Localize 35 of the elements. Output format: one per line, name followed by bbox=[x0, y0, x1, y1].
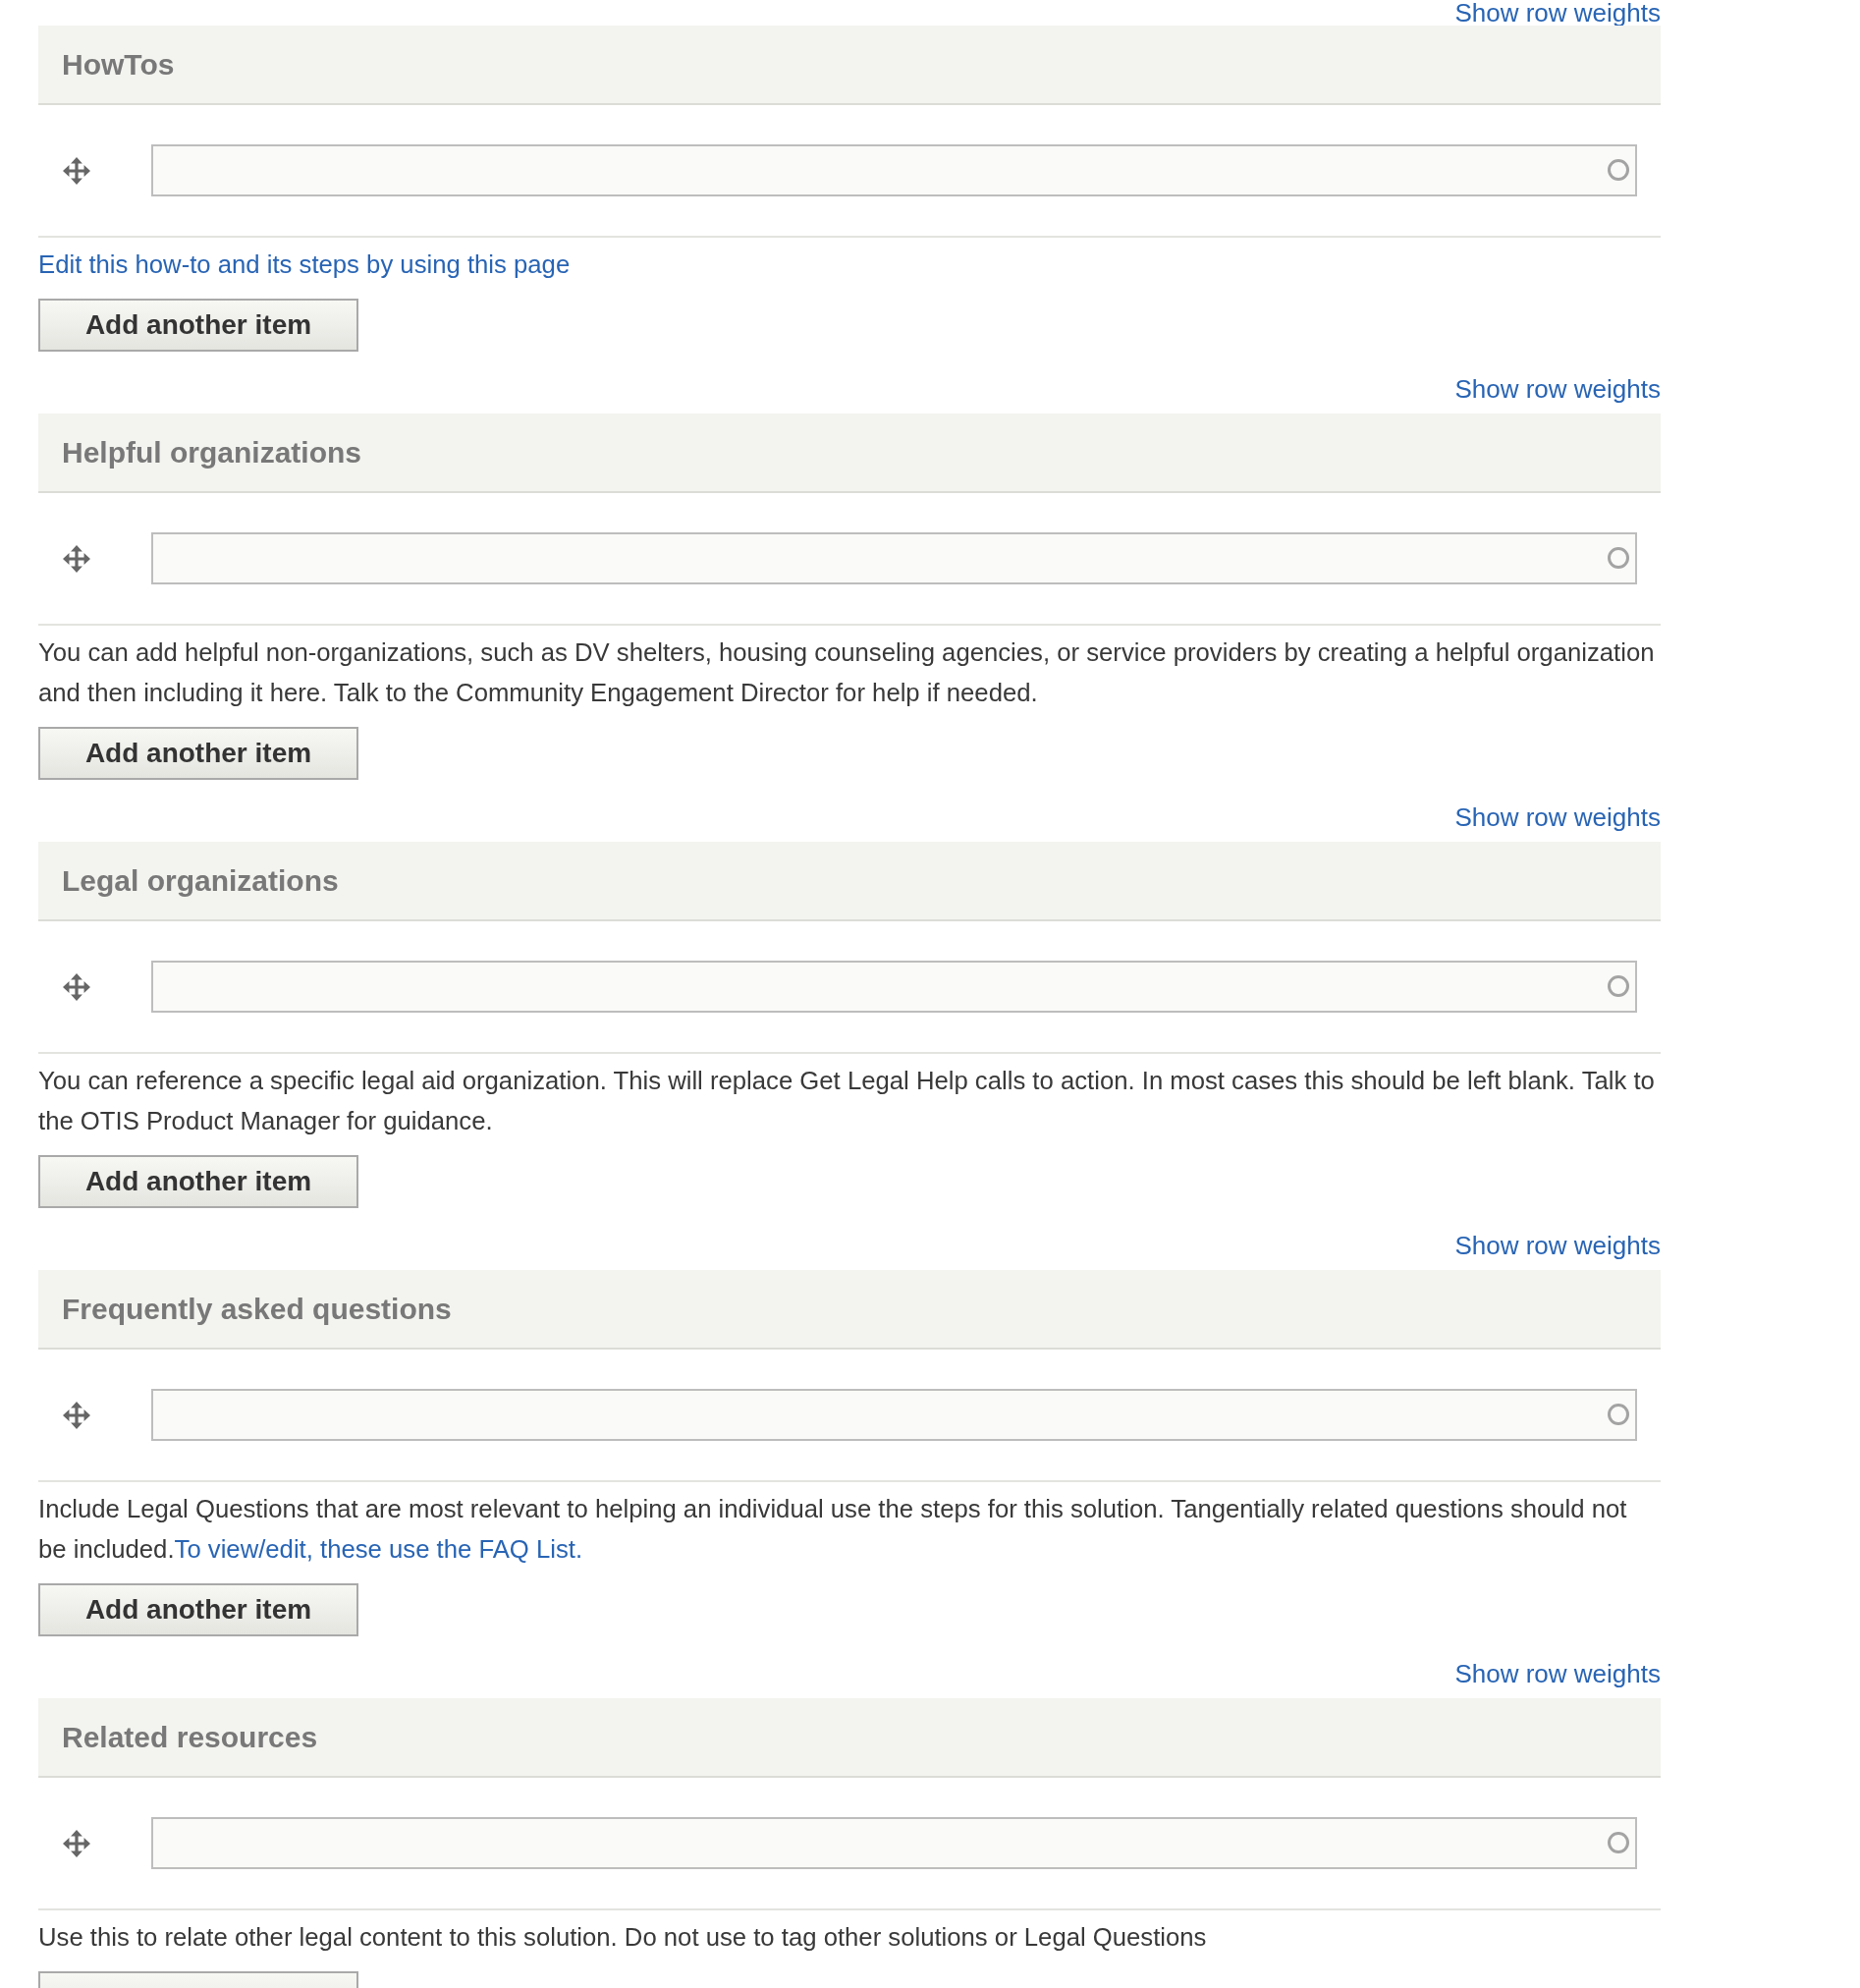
text-input-field[interactable] bbox=[151, 1389, 1637, 1441]
ring-icon bbox=[1608, 1832, 1629, 1853]
show-row-weights-link[interactable]: Show row weights bbox=[1454, 1661, 1661, 1686]
add-item-button[interactable]: Add another item bbox=[38, 727, 358, 780]
drag-handle-icon[interactable] bbox=[63, 972, 90, 1001]
description-link[interactable]: To view/edit, these use the FAQ List. bbox=[174, 1535, 583, 1563]
drag-handle-icon[interactable] bbox=[63, 156, 90, 185]
text-input-field[interactable] bbox=[151, 532, 1637, 584]
ring-icon bbox=[1608, 159, 1629, 181]
add-item-button[interactable]: Add another item bbox=[38, 1583, 358, 1636]
text-input-field[interactable] bbox=[151, 1817, 1637, 1869]
text-input-field[interactable] bbox=[151, 961, 1637, 1013]
text-input-field[interactable] bbox=[151, 144, 1637, 196]
drag-handle-icon[interactable] bbox=[63, 1829, 90, 1857]
ring-icon bbox=[1608, 975, 1629, 997]
section-title: Helpful organizations bbox=[62, 435, 361, 470]
section-title: Legal organizations bbox=[62, 863, 339, 899]
add-item-button[interactable]: Add another item bbox=[38, 1155, 358, 1208]
field-description: Include Legal Questions that are most relevant to helping an individual use the steps for this solution. Tangentially related questions should not be included.To view/edit, these use the FAQ List. bbox=[38, 1494, 1628, 1565]
description-link[interactable]: Edit this how-to and its steps by using this page bbox=[38, 250, 571, 278]
field-description: You can reference a specific legal aid organization. This will replace Get Legal Help calls to action. In most cases this should be left blank. Talk to the OTIS Product Manager for guidance. bbox=[38, 1066, 1656, 1136]
show-row-weights-link[interactable]: Show row weights bbox=[1454, 1233, 1661, 1258]
field-description: You can add helpful non-organizations, such as DV shelters, housing counseling agencies, or service providers by creating a helpful organization and then including it here. Talk to the Community Engagement Director for help if needed. bbox=[38, 637, 1656, 708]
drag-handle-icon[interactable] bbox=[63, 544, 90, 573]
section-title: Frequently asked questions bbox=[62, 1292, 452, 1327]
show-row-weights-link[interactable]: Show row weights bbox=[1454, 0, 1661, 26]
ring-icon bbox=[1608, 1404, 1629, 1425]
drag-handle-icon[interactable] bbox=[63, 1401, 90, 1429]
show-row-weights-link[interactable]: Show row weights bbox=[1454, 804, 1661, 830]
ring-icon bbox=[1608, 547, 1629, 569]
field-description: Use this to relate other legal content to this solution. Do not use to tag other solutions or Legal Questions bbox=[38, 1922, 1208, 1953]
show-row-weights-link[interactable]: Show row weights bbox=[1454, 376, 1661, 402]
add-item-button[interactable]: Add another item bbox=[38, 299, 358, 352]
section-title: Related resources bbox=[62, 1720, 318, 1755]
section-title: HowTos bbox=[62, 47, 175, 83]
